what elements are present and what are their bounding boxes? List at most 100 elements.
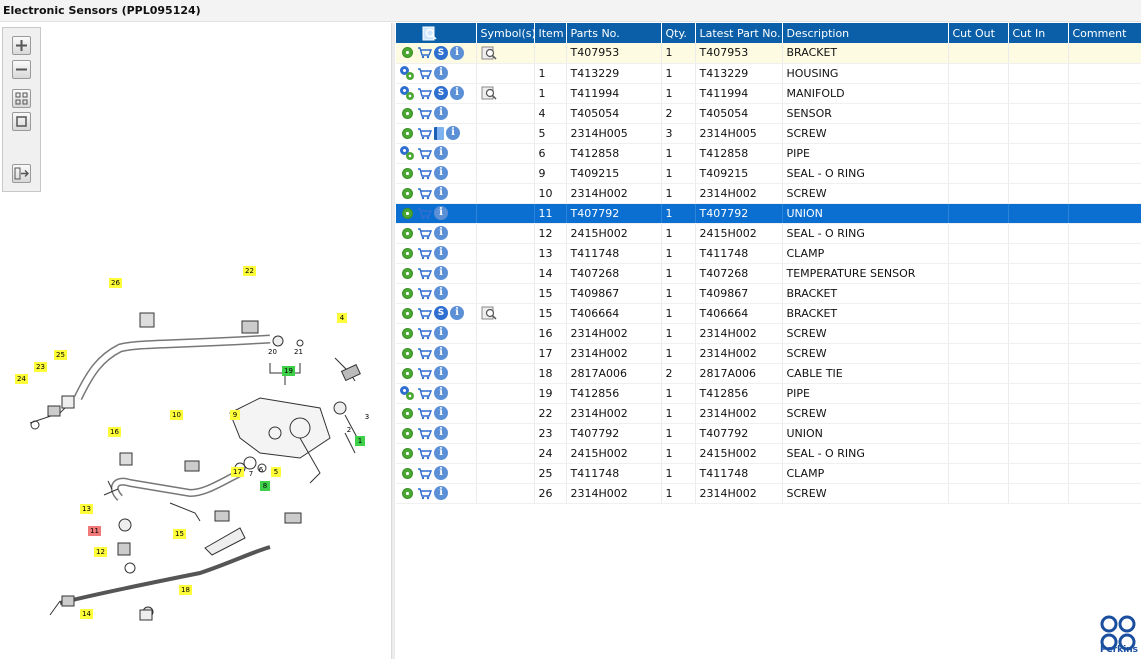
column-header-tools[interactable] (396, 23, 477, 43)
table-row[interactable]: i 4 T405054 2 T405054 SENSOR (396, 103, 1141, 124)
info-icon[interactable]: i (434, 226, 448, 240)
table-row[interactable]: i 11 T407792 1 T407792 UNION (396, 203, 1141, 224)
part-details-icon[interactable] (400, 266, 415, 281)
part-details-icon[interactable] (400, 126, 415, 141)
assembly-details-icon[interactable] (400, 85, 415, 101)
table-row[interactable]: i 14 T407268 1 T407268 TEMPERATURE SENSOR (396, 263, 1141, 284)
add-to-cart-icon[interactable] (417, 286, 432, 301)
table-row[interactable]: i 16 2314H002 1 2314H002 SCREW (396, 323, 1141, 344)
info-icon[interactable]: i (434, 326, 448, 340)
add-to-cart-icon[interactable] (417, 45, 432, 60)
column-header-item[interactable]: Item (534, 23, 567, 43)
table-row[interactable]: Si 1 T411994 1 T411994 MANIFOLD (396, 83, 1141, 104)
info-icon[interactable]: i (450, 306, 464, 320)
add-to-cart-icon[interactable] (417, 246, 432, 261)
info-icon[interactable]: i (434, 366, 448, 380)
column-header-latest-part-no[interactable]: Latest Part No. (695, 23, 783, 43)
panel-splitter[interactable] (391, 23, 395, 659)
add-to-cart-icon[interactable] (417, 346, 432, 361)
diagram-callout[interactable]: 3 (362, 412, 372, 422)
diagram-callout[interactable]: 2 (344, 425, 354, 435)
zoom-in-button[interactable] (12, 36, 31, 55)
part-details-icon[interactable] (400, 306, 415, 321)
info-icon[interactable]: i (446, 126, 460, 140)
diagram-callout[interactable]: 24 (15, 374, 28, 384)
assembly-details-icon[interactable] (400, 385, 415, 401)
diagram-callout[interactable]: 21 (292, 347, 305, 357)
table-row[interactable]: i 15 T409867 1 T409867 BRACKET (396, 283, 1141, 304)
column-header-description[interactable]: Description (782, 23, 949, 43)
add-to-cart-icon[interactable] (417, 466, 432, 481)
part-details-icon[interactable] (400, 366, 415, 381)
info-icon[interactable]: i (434, 426, 448, 440)
part-details-icon[interactable] (400, 326, 415, 341)
column-header-part-no[interactable]: Parts No. (566, 23, 662, 43)
column-header-symbols[interactable]: Symbol(s) (476, 23, 536, 43)
add-to-cart-icon[interactable] (417, 66, 432, 81)
add-to-cart-icon[interactable] (417, 206, 432, 221)
table-row[interactable]: i 12 2415H002 1 2415H002 SEAL - O RING (396, 223, 1141, 244)
info-icon[interactable]: i (434, 66, 448, 80)
table-row[interactable]: i 13 T411748 1 T411748 CLAMP (396, 243, 1141, 264)
diagram-callout[interactable]: 22 (243, 266, 256, 276)
exploded-parts-diagram[interactable] (0, 263, 391, 653)
magnifier-icon[interactable] (481, 86, 497, 100)
part-details-icon[interactable] (400, 446, 415, 461)
table-row[interactable]: Si 15 T406664 1 T406664 BRACKET (396, 303, 1141, 324)
info-icon[interactable]: i (434, 246, 448, 260)
part-details-icon[interactable] (400, 106, 415, 121)
part-details-icon[interactable] (400, 206, 415, 221)
table-row[interactable]: i 23 T407792 1 T407792 UNION (396, 423, 1141, 444)
info-icon[interactable]: i (434, 286, 448, 300)
column-header-cut-out[interactable]: Cut Out (948, 23, 1009, 43)
add-to-cart-icon[interactable] (417, 186, 432, 201)
add-to-cart-icon[interactable] (417, 86, 432, 101)
diagram-callout[interactable]: 10 (170, 410, 183, 420)
magnifier-icon[interactable] (481, 46, 497, 60)
table-row[interactable]: i 1 T413229 1 T413229 HOUSING (396, 63, 1141, 84)
diagram-callout[interactable]: 18 (179, 585, 192, 595)
info-icon[interactable]: i (450, 86, 464, 100)
add-to-cart-icon[interactable] (417, 266, 432, 281)
info-icon[interactable]: i (434, 106, 448, 120)
part-details-icon[interactable] (400, 486, 415, 501)
assembly-details-icon[interactable] (400, 145, 415, 161)
diagram-callout[interactable]: 4 (337, 313, 347, 323)
part-details-icon[interactable] (400, 286, 415, 301)
diagram-callout[interactable]: 25 (54, 350, 67, 360)
add-to-cart-icon[interactable] (417, 426, 432, 441)
info-icon[interactable]: i (434, 166, 448, 180)
diagram-callout[interactable]: 5 (271, 467, 281, 477)
column-header-cut-in[interactable]: Cut In (1008, 23, 1069, 43)
add-to-cart-icon[interactable] (417, 326, 432, 341)
table-row[interactable]: i 5 2314H005 3 2314H005 SCREW (396, 123, 1141, 144)
diagram-callout[interactable]: 14 (80, 609, 93, 619)
add-to-cart-icon[interactable] (417, 366, 432, 381)
part-details-icon[interactable] (400, 166, 415, 181)
assembly-details-icon[interactable] (400, 65, 415, 81)
info-icon[interactable]: i (434, 146, 448, 160)
table-row[interactable]: i 25 T411748 1 T411748 CLAMP (396, 463, 1141, 484)
export-button[interactable] (12, 164, 31, 183)
diagram-callout[interactable]: 7 (246, 469, 256, 479)
info-icon[interactable]: i (434, 466, 448, 480)
add-to-cart-icon[interactable] (417, 406, 432, 421)
table-row[interactable]: Si T407953 1 T407953 BRACKET (396, 43, 1141, 64)
add-to-cart-icon[interactable] (417, 126, 432, 141)
part-details-icon[interactable] (400, 45, 415, 60)
fit-window-button[interactable] (12, 112, 31, 131)
diagram-callout[interactable]: 26 (109, 278, 122, 288)
info-icon[interactable]: i (434, 206, 448, 220)
add-to-cart-icon[interactable] (417, 446, 432, 461)
fit-all-button[interactable] (12, 89, 31, 108)
part-details-icon[interactable] (400, 186, 415, 201)
diagram-callout[interactable]: 1 (355, 436, 365, 446)
diagram-callout[interactable]: 19 (282, 366, 295, 376)
diagram-callout[interactable]: 15 (173, 529, 186, 539)
column-header-qty[interactable]: Qty. (661, 23, 696, 43)
add-to-cart-icon[interactable] (417, 386, 432, 401)
diagram-callout[interactable]: 16 (108, 427, 121, 437)
table-row[interactable]: i 24 2415H002 1 2415H002 SEAL - O RING (396, 443, 1141, 464)
add-to-cart-icon[interactable] (417, 486, 432, 501)
info-icon[interactable]: i (434, 406, 448, 420)
